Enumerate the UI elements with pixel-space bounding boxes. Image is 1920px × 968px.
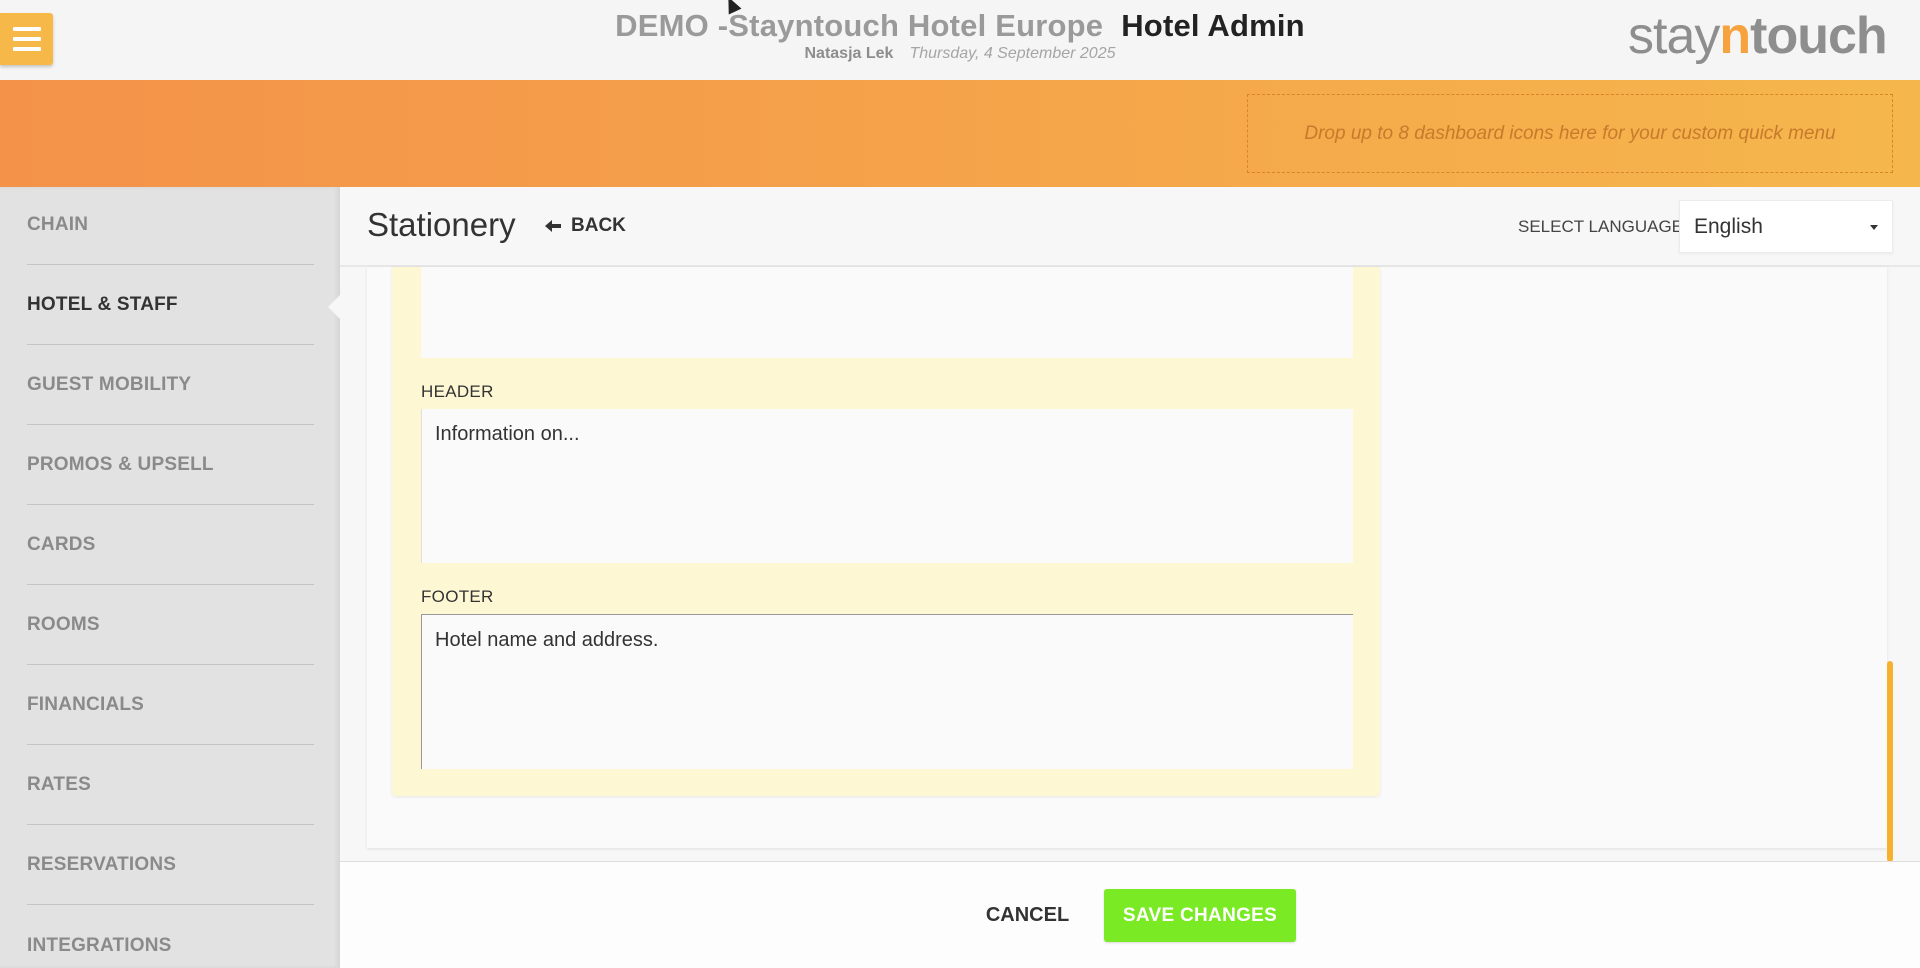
sidebar-item-promos-upsell[interactable]: PROMOS & UPSELL — [27, 425, 314, 505]
cancel-button[interactable]: CANCEL — [975, 889, 1080, 941]
sidebar-item-hotel-staff[interactable]: HOTEL & STAFF — [27, 265, 314, 345]
sidebar-item-rates[interactable]: RATES — [27, 745, 314, 825]
back-button[interactable]: BACK — [545, 215, 626, 237]
sidebar-item-cards[interactable]: CARDS — [27, 505, 314, 585]
sidebar-item-integrations[interactable]: INTEGRATIONS — [27, 905, 314, 968]
top-header: DEMO -Stayntouch Hotel Europe Hotel Admin… — [0, 0, 1920, 80]
current-date: Thursday, 4 September 2025 — [909, 45, 1116, 62]
select-language-label: SELECT LANGUAGE — [1518, 217, 1684, 236]
save-changes-button[interactable]: SAVE CHANGES — [1104, 889, 1296, 942]
sidebar-item-rooms[interactable]: ROOMS — [27, 585, 314, 665]
footer-textarea[interactable]: Hotel name and address. — [421, 614, 1353, 769]
chevron-down-icon — [1870, 225, 1878, 230]
footer-label: FOOTER — [421, 587, 494, 606]
quick-menu-dropzone[interactable]: Drop up to 8 dashboard icons here for yo… — [1247, 94, 1893, 173]
language-select[interactable]: English — [1679, 200, 1893, 253]
sidebar-item-guest-mobility[interactable]: GUEST MOBILITY — [27, 345, 314, 425]
hotel-name: DEMO -Stayntouch Hotel Europe — [615, 8, 1104, 43]
header-label: HEADER — [421, 382, 494, 401]
app-name: Hotel Admin — [1121, 8, 1305, 43]
back-label: BACK — [571, 215, 626, 236]
scrollbar-thumb[interactable] — [1887, 661, 1893, 862]
arrow-left-icon — [545, 219, 561, 233]
user-name: Natasja Lek — [804, 45, 894, 62]
language-value: English — [1694, 214, 1763, 238]
header-textarea[interactable]: Information on... — [421, 409, 1353, 563]
sidebar-item-financials[interactable]: FINANCIALS — [27, 665, 314, 745]
page-title: Stationery — [367, 206, 516, 243]
previous-field-textarea[interactable] — [421, 267, 1353, 358]
sidebar-item-chain[interactable]: CHAIN — [27, 185, 314, 265]
sidebar-item-reservations[interactable]: RESERVATIONS — [27, 825, 314, 905]
stayntouch-logo: stayntouch — [1628, 7, 1888, 65]
